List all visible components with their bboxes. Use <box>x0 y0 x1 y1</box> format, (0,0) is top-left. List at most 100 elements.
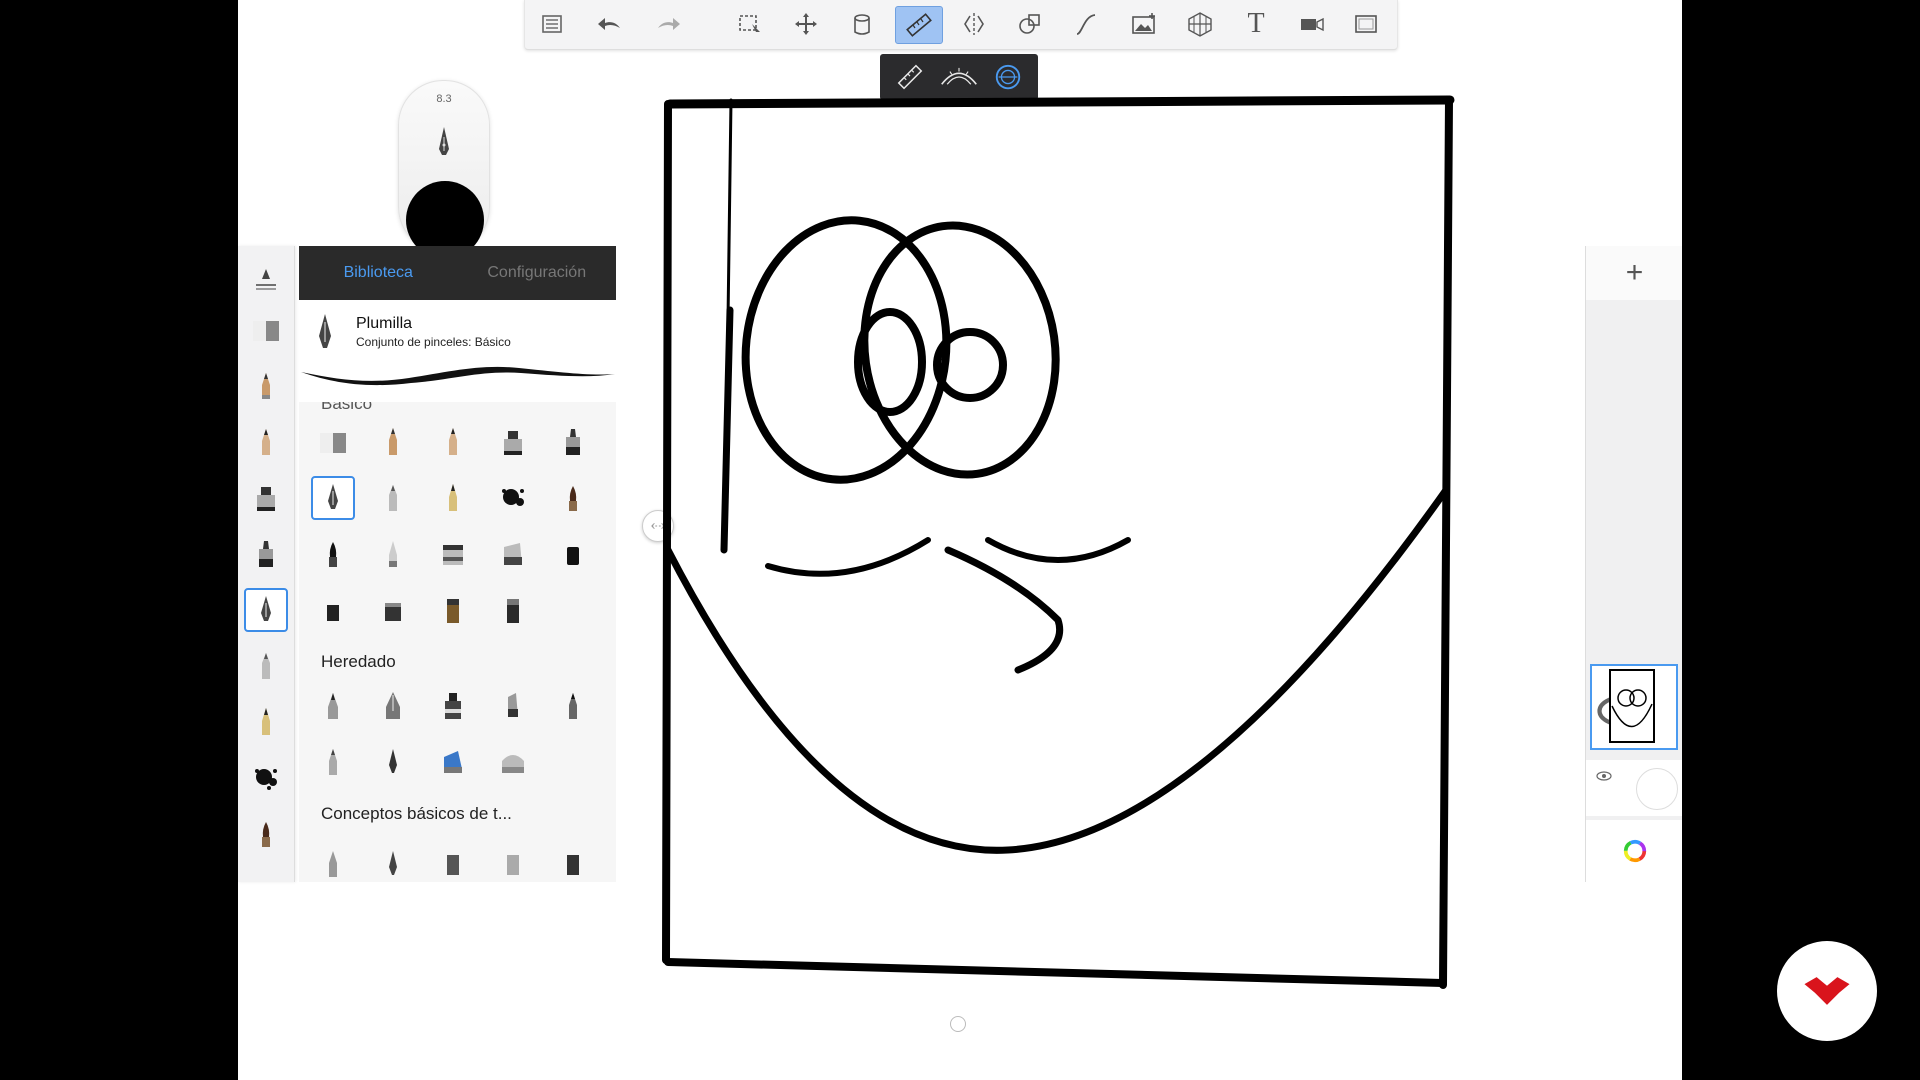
fountain-pen-icon <box>449 484 457 511</box>
legacy-brush-7[interactable] <box>371 740 415 784</box>
text-tool-button[interactable]: T <box>1233 6 1279 42</box>
paintbrush-icon <box>569 486 577 511</box>
palette-airbrush[interactable] <box>244 644 288 688</box>
brush-palette <box>238 246 295 882</box>
brush-properties-button[interactable] <box>244 256 288 300</box>
add-layer-button[interactable]: + <box>1586 246 1682 300</box>
tab-library[interactable]: Biblioteca <box>299 246 458 300</box>
brush-dark-paintbrush[interactable] <box>311 532 355 576</box>
legacy-brush-3[interactable] <box>431 684 475 728</box>
brush-dark-bristle[interactable] <box>491 588 535 632</box>
perspective-guide-button[interactable] <box>1177 6 1223 42</box>
pencil-icon <box>262 373 270 399</box>
background-color-swatch[interactable] <box>1636 768 1678 810</box>
pen-nib-icon <box>389 851 397 875</box>
current-brush-name: Plumilla <box>356 315 413 332</box>
concept-brush-2[interactable] <box>371 842 415 882</box>
image-icon <box>1132 13 1155 34</box>
brush-size-value: 8.3 <box>436 93 452 105</box>
brush-tip-icon <box>507 599 519 623</box>
brush-blender[interactable] <box>371 532 415 576</box>
palette-eraser[interactable] <box>244 308 288 352</box>
palette-pen-nib[interactable] <box>244 588 288 632</box>
brush-flat-marker[interactable] <box>551 532 595 576</box>
fullscreen-button[interactable] <box>1343 6 1389 42</box>
legacy-brush-5[interactable] <box>551 684 595 728</box>
brush-pencil[interactable] <box>371 420 415 464</box>
text-icon: T <box>1247 8 1265 39</box>
brush-fountain-pen[interactable] <box>431 476 475 520</box>
palette-pencil[interactable] <box>244 364 288 408</box>
section-basic-title: Básico <box>321 402 373 413</box>
concept-brush-4[interactable] <box>491 842 535 882</box>
brush-wide-marker[interactable] <box>431 532 475 576</box>
shape-tool-button[interactable] <box>1007 6 1053 42</box>
brush-tip-icon <box>447 599 459 623</box>
brush-puck-nib <box>425 115 463 175</box>
selection-tool-button[interactable] <box>727 6 773 42</box>
brush-bristle[interactable] <box>431 588 475 632</box>
brush-puck[interactable]: 8.3 <box>398 80 490 259</box>
drawing-canvas[interactable] <box>638 90 1478 1010</box>
paint-bucket-icon <box>854 14 870 35</box>
brush-ink-marker[interactable] <box>551 420 595 464</box>
symmetry-tool-button[interactable] <box>951 6 997 42</box>
legacy-brush-9[interactable] <box>491 740 535 784</box>
tab-settings[interactable]: Configuración <box>458 246 617 300</box>
brush-properties-icon <box>256 269 276 290</box>
legacy-brush-1[interactable] <box>311 684 355 728</box>
brush-splatter[interactable] <box>491 476 535 520</box>
brush-square-tip[interactable] <box>311 588 355 632</box>
eye-icon[interactable] <box>1596 770 1612 782</box>
canvas-status-indicator <box>950 1016 966 1032</box>
legacy-brush-6[interactable] <box>311 740 355 784</box>
legacy-brush-2[interactable] <box>371 684 415 728</box>
palette-brush[interactable] <box>244 812 288 856</box>
brush-pen-nib[interactable] <box>311 476 355 520</box>
paintbrush-icon <box>329 542 337 567</box>
stroke-tool-button[interactable] <box>1063 6 1109 42</box>
brush-airbrush[interactable] <box>371 476 415 520</box>
brush-eraser[interactable] <box>311 420 355 464</box>
brush-tip-icon <box>385 603 401 621</box>
image-import-button[interactable] <box>1121 6 1167 42</box>
background-layer[interactable] <box>1586 760 1682 816</box>
brush-tip-icon <box>327 605 339 621</box>
ruler-ellipse-icon <box>995 64 1020 90</box>
brush-library-button[interactable] <box>529 6 575 42</box>
brush-chisel-marker[interactable] <box>491 532 535 576</box>
fountain-pen-icon <box>262 708 270 735</box>
layer-thumbnail[interactable] <box>1590 664 1678 750</box>
pencil-icon <box>569 693 577 719</box>
palette-splatter[interactable] <box>244 756 288 800</box>
fill-tool-button[interactable] <box>839 6 885 42</box>
brush-stamp[interactable] <box>371 588 415 632</box>
selection-icon <box>739 15 760 36</box>
brush-marker[interactable] <box>491 420 535 464</box>
stroke-preview-graphic <box>301 366 615 386</box>
concept-brush-3[interactable] <box>431 842 475 882</box>
shapes-icon <box>1019 14 1040 34</box>
palette-marker[interactable] <box>244 476 288 520</box>
legacy-brush-4[interactable] <box>491 684 535 728</box>
blender-icon <box>389 541 397 567</box>
brush-paintbrush[interactable] <box>551 476 595 520</box>
palette-soft-pencil[interactable] <box>244 420 288 464</box>
brand-logo-button[interactable] <box>1777 941 1877 1041</box>
concept-brush-5[interactable] <box>551 842 595 882</box>
undo-button[interactable] <box>587 6 633 42</box>
record-time-lapse-button[interactable] <box>1289 6 1335 42</box>
legacy-brush-8[interactable] <box>431 740 475 784</box>
transform-tool-button[interactable] <box>783 6 829 42</box>
palette-fountain-pen[interactable] <box>244 700 288 744</box>
ruler-icon <box>906 13 932 37</box>
brand-logo-icon <box>1804 977 1850 1005</box>
palette-ink-marker[interactable] <box>244 532 288 576</box>
ruler-tool-button[interactable] <box>895 6 943 44</box>
concept-brush-1[interactable] <box>311 842 355 882</box>
brush-soft-pencil[interactable] <box>431 420 475 464</box>
airbrush-icon <box>389 485 397 511</box>
color-editor-button[interactable] <box>1586 820 1682 882</box>
redo-button[interactable] <box>645 6 691 42</box>
marker-icon <box>444 751 462 773</box>
